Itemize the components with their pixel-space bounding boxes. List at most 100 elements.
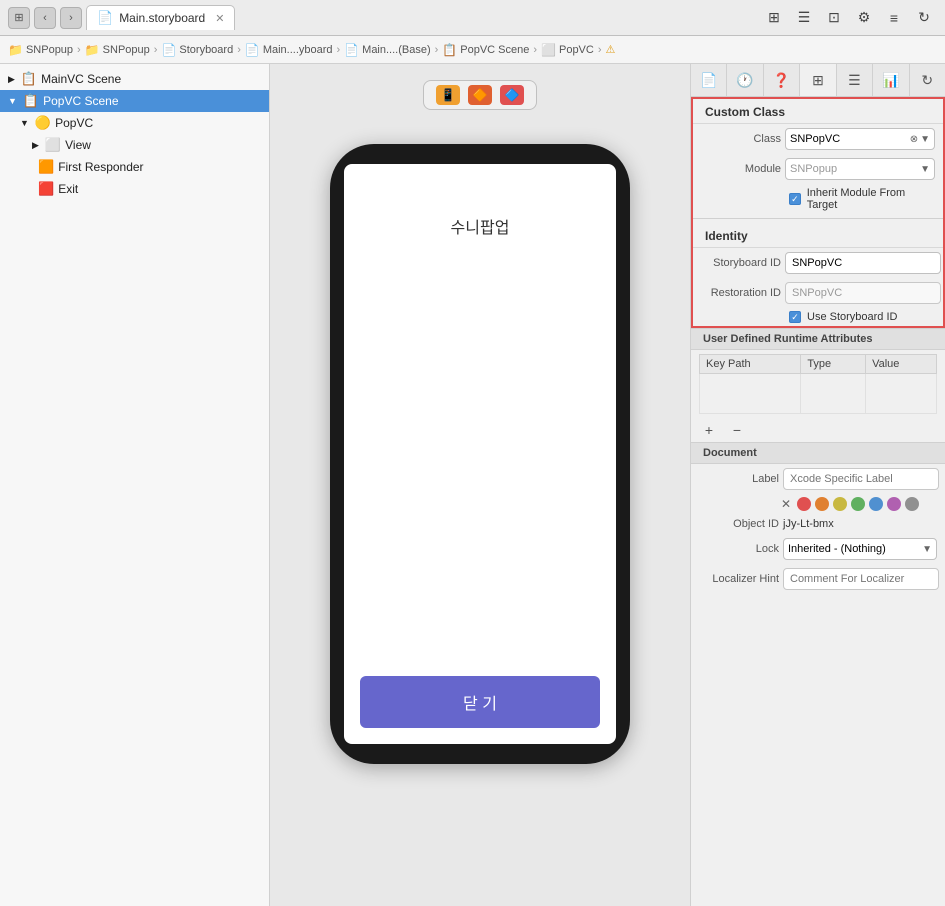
- localizer-hint-input[interactable]: [783, 568, 939, 590]
- lock-value: Inherited - (Nothing): [788, 543, 886, 555]
- nav-controls: ⊞ ‹ ›: [8, 7, 82, 29]
- close-button[interactable]: 닫 기: [360, 676, 600, 728]
- first-responder-icon: 🟧: [38, 159, 54, 175]
- panel-tab-identity[interactable]: ⊞: [800, 64, 836, 96]
- object-id-row: Object ID jJy-Lt-bmx: [691, 514, 945, 534]
- inherit-module-checkbox[interactable]: ✓: [789, 193, 801, 205]
- chevron-right-icon-2: ▶: [32, 140, 39, 151]
- panel-tab-history[interactable]: 🕐: [727, 64, 763, 96]
- sidebar-item-view[interactable]: ▶ ⬜ View: [0, 134, 269, 156]
- toolbar-inspector-icon[interactable]: ⚙: [851, 5, 877, 31]
- sidebar-section: ▶ 📋 MainVC Scene ▼ 📋 PopVC Scene ▼ 🟡 Pop…: [0, 64, 269, 204]
- toolbar-menu-icon[interactable]: ☰: [791, 5, 817, 31]
- panel-tab-connections[interactable]: ↻: [910, 64, 945, 96]
- toolbar-layout-icon[interactable]: ⊡: [821, 5, 847, 31]
- inherit-module-row: ✓ Inherit Module From Target: [693, 184, 943, 214]
- bc-popvc[interactable]: ⬜ PopVC: [541, 43, 594, 57]
- color-dot-yellow[interactable]: [833, 497, 847, 511]
- class-label: Class: [701, 133, 781, 145]
- color-dot-green[interactable]: [851, 497, 865, 511]
- device-btn-3[interactable]: 🔷: [500, 85, 524, 105]
- lock-select[interactable]: Inherited - (Nothing) ▼: [783, 538, 937, 560]
- color-x-btn[interactable]: ✕: [781, 497, 791, 511]
- use-storyboard-checkbox[interactable]: ✓: [789, 311, 801, 323]
- col-value: Value: [866, 355, 937, 374]
- attr-table: Key Path Type Value: [699, 354, 937, 414]
- bc-sep-2: ›: [154, 44, 158, 56]
- mainvc-scene-icon: 📋: [21, 71, 37, 87]
- sidebar-item-mainvc-scene[interactable]: ▶ 📋 MainVC Scene: [0, 68, 269, 90]
- storyboard-id-input[interactable]: [785, 252, 941, 274]
- panel-tab-file[interactable]: 📄: [691, 64, 727, 96]
- toolbar-run-icon[interactable]: ↻: [911, 5, 937, 31]
- color-dot-red[interactable]: [797, 497, 811, 511]
- bc-sep-1: ›: [77, 44, 81, 56]
- phone-mockup: 수니팝업 닫 기: [330, 144, 630, 764]
- highlight-section: Custom Class Class SNPopVC ⊗ ▼ Module SN…: [691, 97, 945, 328]
- nav-back[interactable]: ‹: [34, 7, 56, 29]
- bc-base-label: Main....(Base): [362, 44, 430, 56]
- bc-snpopup-1[interactable]: 📁 SNPopup: [8, 43, 73, 57]
- sidebar-item-popvc-scene[interactable]: ▼ 📋 PopVC Scene: [0, 90, 269, 112]
- canvas-area[interactable]: 📱 🔶 🔷 수니팝업 닫 기: [270, 64, 690, 906]
- panel-tab-attributes[interactable]: ☰: [837, 64, 873, 96]
- module-select[interactable]: SNPopup ▼: [785, 158, 935, 180]
- main-storyboard-tab[interactable]: 📄 Main.storyboard ✕: [86, 5, 235, 30]
- bc-popvc-scene[interactable]: 📋 PopVC Scene: [442, 43, 529, 57]
- bc-storyboard[interactable]: 📄 Storyboard: [161, 43, 233, 57]
- bc-main-base[interactable]: 📄 Main....(Base): [344, 43, 430, 57]
- warning-icon: ⚠: [606, 43, 616, 56]
- toolbar-debug-icon[interactable]: ≡: [881, 5, 907, 31]
- panel-tab-size[interactable]: 📊: [873, 64, 909, 96]
- bc-base-icon: 📄: [344, 43, 359, 57]
- bc-scene-label: PopVC Scene: [460, 44, 529, 56]
- remove-attr-button[interactable]: −: [727, 420, 747, 440]
- bc-snpopup-2[interactable]: 📁 SNPopup: [85, 43, 150, 57]
- mainvc-scene-label: MainVC Scene: [41, 72, 121, 86]
- object-id-label: Object ID: [699, 518, 779, 530]
- bc-main-icon: 📄: [245, 43, 260, 57]
- tab-label: Main.storyboard: [119, 11, 205, 25]
- color-dots-row: ✕: [691, 494, 945, 514]
- sidebar-toggle[interactable]: ⊞: [8, 7, 30, 29]
- class-dropdown-icon[interactable]: ▼: [920, 134, 930, 145]
- popup-content: 수니팝업 닫 기: [344, 164, 616, 744]
- nav-forward[interactable]: ›: [60, 7, 82, 29]
- label-row: Label: [691, 464, 945, 494]
- device-btn-2[interactable]: 🔶: [468, 85, 492, 105]
- bc-warning[interactable]: ⚠: [606, 43, 616, 56]
- sidebar-item-exit[interactable]: 🟥 Exit: [0, 178, 269, 200]
- bc-sep-4: ›: [337, 44, 341, 56]
- device-btn-1[interactable]: 📱: [436, 85, 460, 105]
- class-clear-icon[interactable]: ⊗: [910, 134, 918, 145]
- class-select[interactable]: SNPopVC ⊗ ▼: [785, 128, 935, 150]
- color-dot-gray[interactable]: [905, 497, 919, 511]
- toolbar-grid-icon[interactable]: ⊞: [761, 5, 787, 31]
- bc-folder-icon: 📁: [8, 43, 23, 57]
- lock-row: Lock Inherited - (Nothing) ▼: [691, 534, 945, 564]
- tab-close-icon[interactable]: ✕: [215, 12, 224, 25]
- bc-sep-3: ›: [237, 44, 241, 56]
- popvc-scene-icon: 📋: [23, 93, 39, 109]
- bc-vc-label: PopVC: [559, 44, 594, 56]
- inherit-module-label: Inherit Module From Target: [807, 187, 935, 211]
- sidebar-item-first-responder[interactable]: 🟧 First Responder: [0, 156, 269, 178]
- color-dot-orange[interactable]: [815, 497, 829, 511]
- color-dot-blue[interactable]: [869, 497, 883, 511]
- exit-icon: 🟥: [38, 181, 54, 197]
- use-storyboard-row: ✓ Use Storyboard ID: [693, 308, 943, 326]
- bc-main-storyboard[interactable]: 📄 Main....yboard: [245, 43, 333, 57]
- breadcrumb: 📁 SNPopup › 📁 SNPopup › 📄 Storyboard › 📄…: [0, 36, 945, 64]
- lock-label: Lock: [699, 543, 779, 555]
- module-dropdown-icon[interactable]: ▼: [920, 164, 930, 175]
- view-icon: ⬜: [45, 137, 61, 153]
- sidebar-item-popvc[interactable]: ▼ 🟡 PopVC: [0, 112, 269, 134]
- bc-scene-icon: 📋: [442, 43, 457, 57]
- restoration-id-label: Restoration ID: [701, 287, 781, 299]
- chevron-down-icon-2: ▼: [20, 118, 29, 128]
- color-dot-purple[interactable]: [887, 497, 901, 511]
- restoration-id-input[interactable]: [785, 282, 941, 304]
- add-attr-button[interactable]: +: [699, 420, 719, 440]
- panel-tab-help[interactable]: ❓: [764, 64, 800, 96]
- doc-label-input[interactable]: [783, 468, 939, 490]
